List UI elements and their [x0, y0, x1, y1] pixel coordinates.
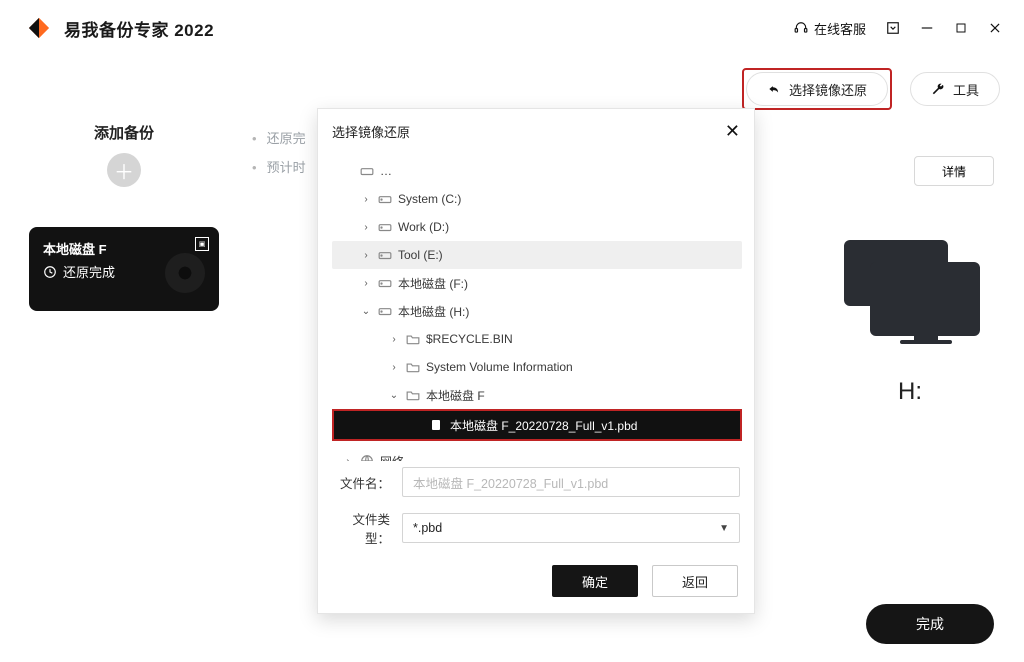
dialog-buttons: 确定 返回: [318, 553, 754, 613]
chevron-right-icon[interactable]: ›: [360, 250, 372, 261]
chevron-right-icon[interactable]: ›: [388, 362, 400, 373]
drive-icon: [378, 277, 392, 289]
maximize-icon[interactable]: [954, 21, 968, 35]
filename-row: 文件名： 本地磁盘 F_20220728_Full_v1.pbd: [318, 461, 754, 503]
chevron-down-icon[interactable]: ⌄: [388, 390, 400, 401]
chevron-right-icon[interactable]: ›: [360, 222, 372, 233]
filetype-row: 文件类型： *.pbd ▼: [318, 503, 754, 553]
tree-row-local-f[interactable]: › 本地磁盘 (F:): [332, 269, 742, 297]
dialog-close-button[interactable]: ✕: [725, 122, 740, 140]
chevron-right-icon[interactable]: ›: [360, 194, 372, 205]
plan-info: 预计时: [252, 157, 306, 176]
close-icon[interactable]: [988, 21, 1002, 35]
filename-label: 文件名：: [332, 473, 390, 492]
drive-icon: [378, 221, 392, 233]
tree-row-sysvol[interactable]: › System Volume Information: [332, 353, 742, 381]
dialog-titlebar: 选择镜像还原 ✕: [318, 109, 754, 153]
dropdown-icon[interactable]: [886, 21, 900, 35]
restore-info: 还原完: [252, 128, 306, 147]
app-logo: [28, 17, 50, 39]
highlight-select-image-restore: 选择镜像还原: [742, 68, 892, 110]
headset-icon: [794, 21, 808, 35]
highlight-selected-file: 本地磁盘 F_20220728_Full_v1.pbd: [332, 409, 742, 441]
mid-info: 还原完 预计时: [252, 128, 306, 406]
finish-button[interactable]: 完成: [866, 604, 994, 644]
tree-row-recycle[interactable]: › $RECYCLE.BIN: [332, 325, 742, 353]
drive-icon: [360, 165, 374, 177]
drive-icon: [378, 193, 392, 205]
folder-icon: [406, 389, 420, 401]
chevron-right-icon[interactable]: ›: [388, 334, 400, 345]
tree-row-system-c[interactable]: › System (C:): [332, 185, 742, 213]
chevron-right-icon[interactable]: ›: [360, 278, 372, 289]
add-backup-label: 添加备份: [94, 122, 154, 143]
minimize-icon[interactable]: [920, 21, 934, 35]
folder-icon: [406, 361, 420, 373]
file-icon: [430, 419, 442, 431]
tree-row-truncated: …: [332, 157, 742, 185]
filename-input[interactable]: 本地磁盘 F_20220728_Full_v1.pbd: [402, 467, 740, 497]
folder-icon: [406, 333, 420, 345]
target-drive-letter: H:: [898, 378, 922, 406]
filename-placeholder: 本地磁盘 F_20220728_Full_v1.pbd: [413, 473, 608, 492]
chevron-down-icon: ▼: [719, 523, 729, 534]
titlebar: 易我备份专家 2022 在线客服: [0, 0, 1024, 56]
filetype-value: *.pbd: [413, 521, 442, 535]
select-image-restore-button[interactable]: 选择镜像还原: [746, 72, 888, 106]
chevron-down-icon[interactable]: ⌄: [360, 306, 372, 317]
backup-card[interactable]: 本地磁盘 F 还原完成 ▣: [29, 227, 219, 311]
clock-icon: [43, 265, 57, 279]
card-corner-icon[interactable]: ▣: [195, 237, 209, 251]
tree-row-work-d[interactable]: › Work (D:): [332, 213, 742, 241]
online-support-label: 在线客服: [814, 19, 866, 38]
filetype-select[interactable]: *.pbd ▼: [402, 513, 740, 543]
disk-icon: [165, 253, 205, 293]
tools-button[interactable]: 工具: [910, 72, 1000, 106]
drive-icon: [378, 305, 392, 317]
plus-icon: ＋: [114, 156, 134, 185]
monitors-graphic: [840, 232, 980, 342]
tree-row-tool-e[interactable]: › Tool (E:): [332, 241, 742, 269]
selected-file-name: 本地磁盘 F_20220728_Full_v1.pbd: [450, 417, 637, 434]
app-title: 易我备份专家 2022: [64, 16, 214, 41]
reply-arrow-icon: [767, 82, 781, 96]
online-support-button[interactable]: 在线客服: [794, 19, 866, 38]
filetype-label: 文件类型：: [332, 509, 390, 547]
tree-row-local-f-folder[interactable]: ⌄ 本地磁盘 F: [332, 381, 742, 409]
top-toolbar: 选择镜像还原 工具: [0, 56, 1024, 110]
file-tree: … › System (C:) › Work (D:) › Tool (E:) …: [318, 153, 754, 461]
tree-row-local-h[interactable]: ⌄ 本地磁盘 (H:): [332, 297, 742, 325]
dialog-title: 选择镜像还原: [332, 122, 410, 141]
right-column: H:: [840, 122, 1000, 406]
select-image-restore-label: 选择镜像还原: [789, 80, 867, 99]
back-button[interactable]: 返回: [652, 565, 738, 597]
drive-icon: [378, 249, 392, 261]
globe-icon: [360, 454, 374, 461]
wrench-icon: [931, 82, 945, 96]
tree-row-selected-file[interactable]: 本地磁盘 F_20220728_Full_v1.pbd: [334, 411, 740, 439]
add-backup-button[interactable]: ＋: [107, 153, 141, 187]
ok-button[interactable]: 确定: [552, 565, 638, 597]
tree-row-network[interactable]: › 网络: [332, 447, 742, 461]
select-image-dialog: 选择镜像还原 ✕ … › System (C:) › Work (D:) › T…: [317, 108, 755, 614]
backup-card-status-text: 还原完成: [63, 262, 115, 281]
tools-label: 工具: [953, 80, 979, 99]
